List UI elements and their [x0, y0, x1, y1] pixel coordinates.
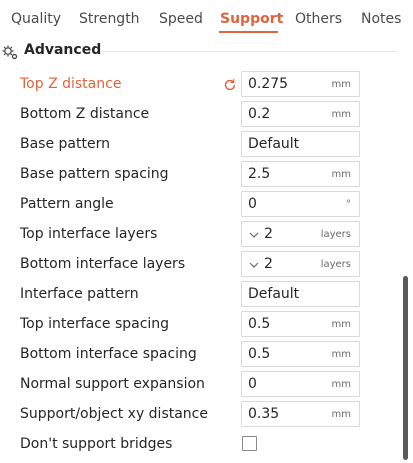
field-value: 0.2	[248, 106, 271, 122]
setting-row-normal-support-expansion: Normal support expansion 0 mm	[0, 369, 400, 399]
field-value: 2.5	[248, 166, 271, 182]
tab-support[interactable]: Support	[220, 9, 283, 29]
normal-support-expansion-input[interactable]: 0 mm	[241, 371, 360, 397]
setting-row-pattern-angle: Pattern angle 0 °	[0, 189, 400, 219]
field-value: 2	[264, 256, 273, 272]
tab-speed[interactable]: Speed	[159, 9, 203, 29]
field-value: Default	[248, 136, 300, 152]
field-value: 0.5	[248, 316, 271, 332]
setting-label: Base pattern	[20, 136, 110, 152]
setting-label: Bottom interface spacing	[20, 346, 197, 362]
bottom-z-distance-input[interactable]: 0.2 mm	[241, 101, 360, 127]
setting-label: Base pattern spacing	[20, 166, 169, 182]
setting-row-top-interface-spacing: Top interface spacing 0.5 mm	[0, 309, 400, 339]
setting-row-base-pattern-spacing: Base pattern spacing 2.5 mm	[0, 159, 400, 189]
setting-label: Bottom Z distance	[20, 106, 150, 122]
field-value: 0.275	[248, 76, 289, 92]
setting-label: Don't support bridges	[20, 436, 173, 452]
setting-label: Pattern angle	[20, 196, 114, 212]
interface-pattern-select[interactable]: Default	[241, 281, 360, 307]
field-value: 0	[248, 196, 257, 212]
tab-strength[interactable]: Strength	[79, 9, 140, 29]
field-unit: mm	[331, 349, 351, 360]
field-unit: mm	[331, 379, 351, 390]
setting-label: Interface pattern	[20, 286, 139, 302]
setting-row-interface-pattern: Interface pattern Default	[0, 279, 400, 309]
top-z-distance-input[interactable]: 0.275 mm	[241, 71, 360, 97]
field-unit: °	[346, 199, 351, 210]
tab-others[interactable]: Others	[295, 9, 342, 29]
tab-bar: Quality Strength Speed Support Others No…	[0, 0, 413, 36]
field-unit: mm	[331, 319, 351, 330]
field-value: 2	[264, 226, 273, 242]
field-unit: mm	[331, 169, 351, 180]
support-object-xy-distance-input[interactable]: 0.35 mm	[241, 401, 360, 427]
field-value: 0	[248, 376, 257, 392]
dont-support-bridges-checkbox[interactable]	[242, 436, 257, 451]
field-value: 0.5	[248, 346, 271, 362]
top-interface-spacing-input[interactable]: 0.5 mm	[241, 311, 360, 337]
section-divider	[100, 51, 397, 52]
base-pattern-select[interactable]: Default	[241, 131, 360, 157]
gear-icon	[2, 45, 18, 60]
setting-label: Top interface spacing	[20, 316, 170, 332]
setting-label: Bottom interface layers	[20, 256, 186, 272]
chevron-down-icon[interactable]	[249, 261, 259, 269]
setting-row-bottom-z-distance: Bottom Z distance 0.2 mm	[0, 99, 400, 129]
setting-row-support-object-xy-distance: Support/object xy distance 0.35 mm	[0, 399, 400, 429]
setting-row-bottom-interface-spacing: Bottom interface spacing 0.5 mm	[0, 339, 400, 369]
base-pattern-spacing-input[interactable]: 2.5 mm	[241, 161, 360, 187]
tab-notes[interactable]: Notes	[361, 9, 401, 29]
scrollbar-thumb[interactable]	[403, 276, 408, 460]
setting-label: Top interface layers	[20, 226, 158, 242]
setting-row-base-pattern: Base pattern Default	[0, 129, 400, 159]
setting-row-top-interface-layers: Top interface layers 2 layers	[0, 219, 400, 249]
field-unit: layers	[320, 229, 351, 240]
chevron-down-icon[interactable]	[249, 231, 259, 239]
setting-row-bottom-interface-layers: Bottom interface layers 2 layers	[0, 249, 400, 279]
setting-label: Support/object xy distance	[20, 406, 208, 422]
field-unit: mm	[331, 79, 351, 90]
field-value: Default	[248, 286, 300, 302]
settings-panel: Quality Strength Speed Support Others No…	[0, 0, 413, 463]
tab-quality[interactable]: Quality	[11, 9, 61, 29]
setting-label: Normal support expansion	[20, 376, 205, 392]
setting-row-top-z-distance: Top Z distance 0.275 mm	[0, 69, 400, 99]
field-unit: mm	[331, 409, 351, 420]
section-title: Advanced	[24, 42, 102, 58]
active-tab-indicator	[219, 31, 278, 33]
bottom-interface-layers-combo[interactable]: 2 layers	[241, 251, 360, 277]
field-unit: mm	[331, 109, 351, 120]
top-interface-layers-combo[interactable]: 2 layers	[241, 221, 360, 247]
pattern-angle-input[interactable]: 0 °	[241, 191, 360, 217]
field-value: 0.35	[248, 406, 280, 422]
setting-label: Top Z distance	[20, 76, 122, 92]
setting-row-dont-support-bridges: Don't support bridges	[0, 429, 400, 459]
reset-icon[interactable]	[222, 77, 238, 93]
bottom-interface-spacing-input[interactable]: 0.5 mm	[241, 341, 360, 367]
field-unit: layers	[320, 259, 351, 270]
